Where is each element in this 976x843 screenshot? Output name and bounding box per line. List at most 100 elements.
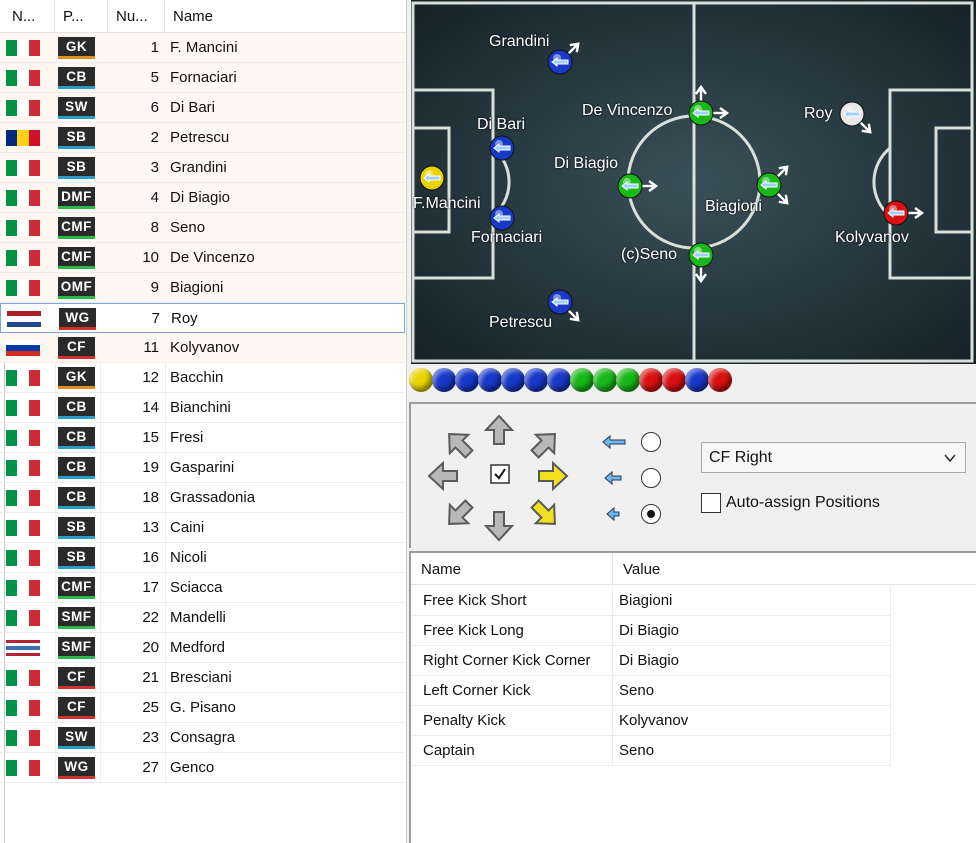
roster-row[interactable]: SB 2 Petrescu: [0, 123, 405, 153]
italy-flag-icon: [6, 280, 40, 296]
column-header-position[interactable]: P...: [55, 0, 108, 33]
italy-flag-icon: [6, 460, 40, 476]
roster-row[interactable]: SB 16 Nicoli: [0, 543, 405, 573]
pitch-player-marker[interactable]: [489, 135, 515, 161]
arrow-up-icon[interactable]: [481, 412, 517, 448]
property-value[interactable]: Seno: [613, 736, 891, 766]
green-ball-icon: [616, 368, 640, 392]
position-badge: SMF: [58, 607, 95, 629]
property-row[interactable]: Right Corner Kick Corner Di Biagio: [411, 646, 891, 676]
auto-assign-checkbox[interactable]: [701, 493, 721, 513]
roster-row[interactable]: OMF 9 Biagioni: [0, 273, 405, 303]
arrow-up-right-icon[interactable]: [527, 426, 563, 462]
roster-row[interactable]: CB 14 Bianchini: [0, 393, 405, 423]
player-number: 3: [150, 159, 159, 176]
roster-row[interactable]: DMF 4 Di Biagio: [0, 183, 405, 213]
blue-ball-icon: [478, 368, 502, 392]
property-name: Penalty Kick: [411, 706, 613, 736]
position-badge: DMF: [58, 187, 95, 209]
player-number: 6: [150, 99, 159, 116]
player-name: F. Mancini: [170, 39, 238, 56]
roster-row[interactable]: CB 19 Gasparini: [0, 453, 405, 483]
arrow-length-medium-option[interactable]: [601, 466, 661, 490]
player-color-strip: [409, 368, 732, 394]
roster-row[interactable]: SW 6 Di Bari: [0, 93, 405, 123]
column-header-nationality[interactable]: N...: [0, 0, 55, 33]
italy-flag-icon: [6, 700, 40, 716]
position-badge: CB: [58, 67, 95, 89]
position-badge: SB: [58, 547, 95, 569]
player-number: 1: [150, 39, 159, 56]
roster-row[interactable]: SMF 20 Medford: [0, 633, 405, 663]
position-badge: CMF: [58, 247, 95, 269]
player-name: Di Biagio: [170, 189, 231, 206]
position-badge: SB: [58, 517, 95, 539]
pitch-player-marker[interactable]: [419, 165, 445, 191]
arrow-length-medium-radio[interactable]: [641, 468, 661, 488]
pitch-canvas[interactable]: [411, 0, 976, 364]
roster-row[interactable]: SW 23 Consagra: [0, 723, 405, 753]
arrow-down-left-icon[interactable]: [441, 496, 477, 532]
property-value[interactable]: Di Biagio: [613, 616, 891, 646]
property-row[interactable]: Penalty Kick Kolyvanov: [411, 706, 891, 736]
player-name: Caini: [170, 519, 205, 536]
pitch-player-label: Roy: [804, 105, 833, 122]
position-badge: SMF: [58, 637, 95, 659]
roster-row[interactable]: GK 12 Bacchin: [0, 363, 405, 393]
formation-pitch[interactable]: F.Mancini Fornaciari Di Bari Petrescu Grandi…: [411, 0, 976, 364]
italy-flag-icon: [6, 370, 40, 386]
roster-row[interactable]: CMF 10 De Vincenzo: [0, 243, 405, 273]
property-row[interactable]: Left Corner Kick Seno: [411, 676, 891, 706]
position-badge: WG: [59, 308, 96, 330]
arrow-length-long-option[interactable]: [601, 430, 661, 454]
arrow-down-icon[interactable]: [481, 508, 517, 544]
property-row[interactable]: Free Kick Long Di Biagio: [411, 616, 891, 646]
property-row[interactable]: Free Kick Short Biagioni: [411, 586, 891, 616]
pitch-player-label: Grandini: [489, 33, 550, 50]
player-number: 18: [142, 489, 159, 506]
blue-ball-icon: [524, 368, 548, 392]
column-header-name[interactable]: Name: [165, 0, 406, 33]
roster-row[interactable]: SB 3 Grandini: [0, 153, 405, 183]
property-row[interactable]: Captain Seno: [411, 736, 891, 766]
roster-row[interactable]: CB 5 Fornaciari: [0, 63, 405, 93]
italy-flag-icon: [6, 670, 40, 686]
roster-row[interactable]: CMF 8 Seno: [0, 213, 405, 243]
direction-center-checkbox[interactable]: [490, 464, 510, 484]
roster-row[interactable]: SB 13 Caini: [0, 513, 405, 543]
roster-row[interactable]: CF 11 Kolyvanov: [0, 333, 405, 363]
red-ball-icon: [708, 368, 732, 392]
arrow-left-icon[interactable]: [425, 458, 461, 494]
arrow-length-long-radio[interactable]: [641, 432, 661, 452]
property-value[interactable]: Seno: [613, 676, 891, 706]
property-value[interactable]: Biagioni: [613, 586, 891, 616]
player-name: Kolyvanov: [170, 339, 240, 356]
player-name: Bacchin: [170, 369, 224, 386]
roster-row[interactable]: CB 18 Grassadonia: [0, 483, 405, 513]
arrow-up-left-icon[interactable]: [441, 426, 477, 462]
property-value[interactable]: Kolyvanov: [613, 706, 891, 736]
roster-row[interactable]: SMF 22 Mandelli: [0, 603, 405, 633]
column-header-property-name[interactable]: Name: [411, 553, 613, 585]
roster-row[interactable]: GK 1 F. Mancini: [0, 33, 405, 63]
roster-row[interactable]: CB 15 Fresi: [0, 423, 405, 453]
roster-row[interactable]: CMF 17 Sciacca: [0, 573, 405, 603]
italy-flag-icon: [6, 250, 40, 266]
column-header-number[interactable]: Nu...: [108, 0, 165, 33]
roster-row[interactable]: WG 27 Genco: [0, 753, 405, 783]
position-select[interactable]: CF Right: [701, 442, 966, 473]
roster-header: N... P... Nu... Name: [0, 0, 406, 33]
roster-row[interactable]: CF 21 Bresciani: [0, 663, 405, 693]
property-name: Right Corner Kick Corner: [411, 646, 613, 676]
arrow-right-icon[interactable]: [535, 458, 571, 494]
position-badge: CB: [58, 427, 95, 449]
property-value[interactable]: Di Biagio: [613, 646, 891, 676]
roster-row[interactable]: CF 25 G. Pisano: [0, 693, 405, 723]
arrow-down-right-icon[interactable]: [527, 496, 563, 532]
arrow-length-short-radio[interactable]: [641, 504, 661, 524]
arrow-length-short-option[interactable]: [601, 502, 661, 526]
pitch-player-marker[interactable]: [489, 205, 515, 231]
column-header-property-value[interactable]: Value: [613, 553, 893, 585]
pitch-player-label: F.Mancini: [413, 195, 481, 212]
roster-row[interactable]: WG 7 Roy: [0, 303, 405, 333]
